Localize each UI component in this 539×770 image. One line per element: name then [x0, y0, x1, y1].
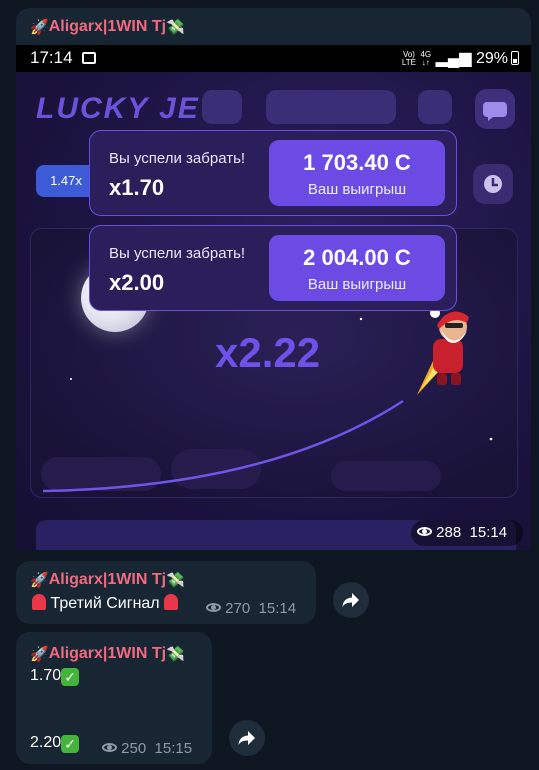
siren-icon [164, 594, 179, 610]
gallery-icon [82, 52, 96, 64]
clock-icon [473, 164, 513, 204]
cashout-card: Вы успели забрать! x1.70 1 703.40 С Ваш … [89, 130, 457, 216]
info-button [202, 90, 242, 124]
signal-icon: ▂▄▆ [435, 50, 472, 67]
cashout-win-box: 1 703.40 С Ваш выигрыш [269, 140, 445, 206]
menu-button [418, 90, 452, 124]
forward-icon [238, 731, 255, 745]
view-count: 250 [121, 740, 147, 757]
message-line: 2.20 ✓ [30, 734, 80, 753]
status-indicators: Vo) LTE 4G ↓↑ ▂▄▆ 29% [402, 48, 519, 68]
check-icon: ✓ [61, 735, 80, 753]
screenshot-image[interactable]: 17:14 Vo) LTE 4G ↓↑ ▂▄▆ 29% LUCKY JET 1.47… [16, 45, 531, 550]
cashout-card: Вы успели забрать! x2.00 2 004.00 С Ваш … [89, 225, 457, 311]
forward-button[interactable] [229, 720, 265, 756]
eye-icon [206, 603, 221, 612]
message-sender[interactable]: 🚀Aligarx|1WIN Tj💸 [30, 18, 185, 36]
message-meta: 288 15:14 [417, 524, 507, 541]
balance-pill [266, 90, 396, 124]
battery-level: 29% [475, 50, 508, 67]
money-icon: 💸 [166, 572, 185, 589]
battery-icon [511, 51, 519, 65]
rocket-icon: 🚀 [30, 646, 49, 663]
multiplier-history-chip: 1.47x [36, 165, 96, 197]
rocket-icon: 🚀 [30, 572, 49, 589]
message-sender[interactable]: 🚀Aligarx|1WIN Tj💸 [30, 571, 185, 589]
money-icon: 💸 [166, 646, 185, 663]
forward-icon [342, 593, 359, 607]
eye-icon [417, 527, 432, 536]
message-meta: 250 15:15 [102, 740, 192, 757]
eye-icon [102, 743, 117, 752]
forward-button[interactable] [333, 582, 369, 618]
santa-jetpack-image [417, 308, 469, 395]
message-text: Третий Сигнал [32, 594, 179, 613]
message-meta: 270 15:14 [206, 600, 296, 617]
rocket-icon: 🚀 [30, 19, 49, 36]
game-logo: LUCKY JET [36, 92, 221, 125]
view-count: 288 [436, 524, 462, 541]
status-time: 17:14 [30, 48, 73, 67]
message-sender[interactable]: 🚀Aligarx|1WIN Tj💸 [30, 645, 185, 663]
message-time: 15:15 [154, 740, 193, 757]
money-icon: 💸 [166, 19, 185, 36]
chat-icon [475, 89, 515, 129]
view-count: 270 [225, 600, 251, 617]
check-icon: ✓ [61, 668, 80, 686]
cashout-win-box: 2 004.00 С Ваш выигрыш [269, 235, 445, 301]
message-time: 15:14 [258, 600, 297, 617]
game-screen: LUCKY JET 1.47x x2.22 Вы успели забрать!… [16, 72, 531, 550]
siren-icon [32, 594, 46, 610]
message-time: 15:14 [469, 524, 508, 541]
phone-status-bar: 17:14 Vo) LTE 4G ↓↑ ▂▄▆ 29% [16, 45, 531, 72]
message-line: 1.70 ✓ [30, 667, 80, 686]
